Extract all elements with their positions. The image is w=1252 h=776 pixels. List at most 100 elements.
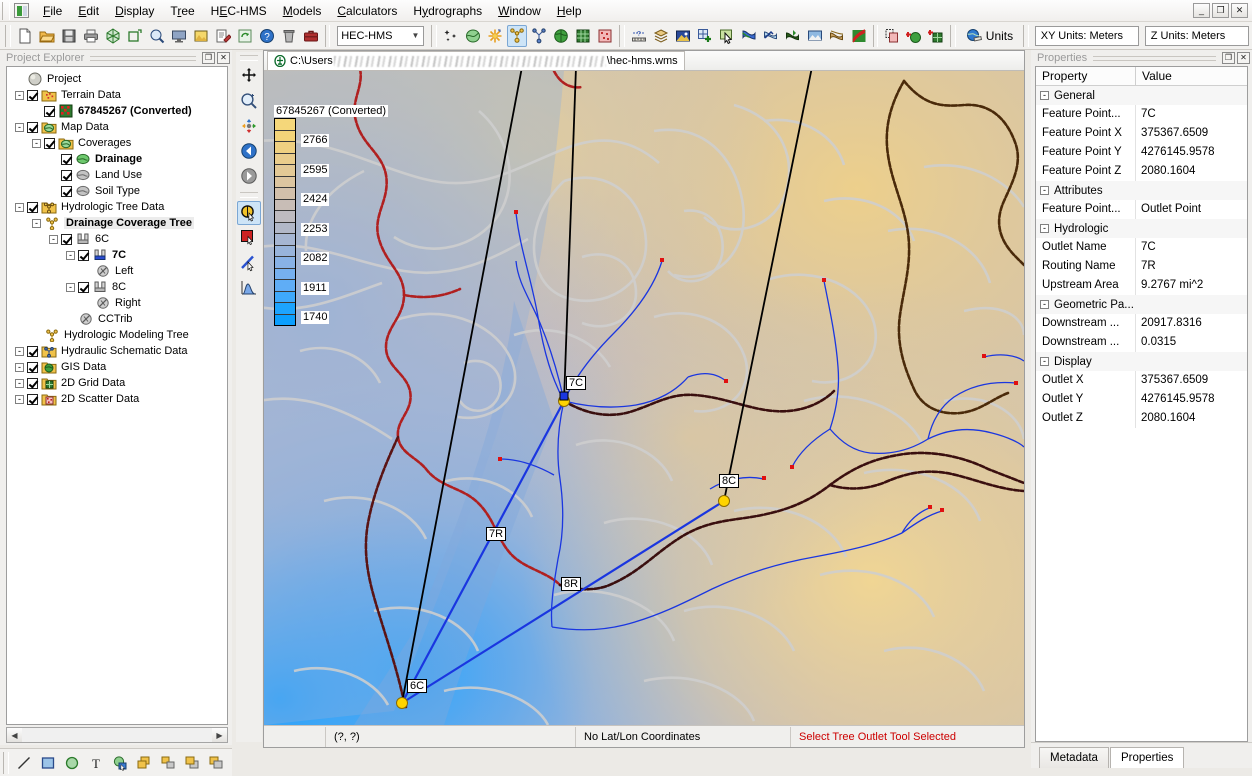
grid-module-icon[interactable] bbox=[573, 25, 593, 47]
tree-node-gis-data[interactable]: - GIS Data bbox=[11, 359, 227, 375]
tree-node-left[interactable]: Left bbox=[11, 263, 227, 279]
screen-icon[interactable] bbox=[169, 25, 189, 47]
tree-node-checkbox[interactable] bbox=[44, 137, 55, 149]
tree-node-checkbox[interactable] bbox=[27, 393, 38, 405]
tree-node-7c[interactable]: - 7C bbox=[11, 247, 227, 263]
tree-expander-icon[interactable]: - bbox=[15, 122, 24, 132]
scroll-right-arrow-icon[interactable]: ▶ bbox=[212, 728, 227, 742]
properties-row[interactable]: Outlet Name 7C bbox=[1036, 238, 1247, 257]
map-label-8c[interactable]: 8C bbox=[719, 474, 740, 488]
tree-node-checkbox[interactable] bbox=[27, 89, 38, 101]
map-module-icon[interactable] bbox=[463, 25, 483, 47]
tree-expander-icon[interactable]: - bbox=[15, 90, 24, 100]
edit-doc-icon[interactable] bbox=[213, 25, 233, 47]
map-label-7c[interactable]: 7C bbox=[566, 376, 587, 390]
tree-node-checkbox[interactable] bbox=[27, 361, 38, 373]
save-icon[interactable] bbox=[59, 25, 79, 47]
draw-text-icon[interactable]: T bbox=[85, 752, 107, 774]
properties-group-expander-icon[interactable]: - bbox=[1040, 357, 1049, 366]
send-back-icon[interactable] bbox=[205, 752, 227, 774]
properties-row[interactable]: Outlet X 375367.6509 bbox=[1036, 371, 1247, 390]
toolbox-icon[interactable] bbox=[301, 25, 321, 47]
tree-node-checkbox[interactable] bbox=[61, 185, 72, 197]
tree-node-hydrologic-tree-data[interactable]: - Hydrologic Tree Data bbox=[11, 199, 227, 215]
draw-rect-icon[interactable] bbox=[37, 752, 59, 774]
tree-node-hydrologic-modeling-tree[interactable]: Hydrologic Modeling Tree bbox=[11, 327, 227, 343]
tree-node-2d-scatter-data[interactable]: - 2D Scatter Data bbox=[11, 391, 227, 407]
measure-icon[interactable]: ? bbox=[629, 25, 649, 47]
add-grid-icon[interactable] bbox=[695, 25, 715, 47]
tree-node-checkbox[interactable] bbox=[27, 377, 38, 389]
scatter-module-icon[interactable] bbox=[441, 25, 461, 47]
layers-icon[interactable] bbox=[651, 25, 671, 47]
hydrograph-icon[interactable] bbox=[237, 276, 261, 300]
toolbar-grip-2[interactable] bbox=[324, 24, 331, 47]
map-label-8r[interactable]: 8R bbox=[561, 577, 582, 591]
terrain-module-icon[interactable] bbox=[485, 25, 505, 47]
tree-node-checkbox[interactable] bbox=[27, 345, 38, 357]
project-tree-box[interactable]: Project - Terrain Data 67845267 (Converted)… bbox=[6, 66, 228, 725]
map-canvas[interactable]: 67845267 (Converted) 2766 2595 2424 2253 208… bbox=[264, 71, 1024, 725]
properties-row[interactable]: Downstream ... 20917.8316 bbox=[1036, 314, 1247, 333]
bring-front-icon[interactable] bbox=[181, 752, 203, 774]
properties-group-expander-icon[interactable]: - bbox=[1040, 186, 1049, 195]
menu-hydrographs[interactable]: Hydrographs bbox=[405, 2, 490, 20]
select-arrow-icon[interactable] bbox=[717, 25, 737, 47]
properties-row[interactable]: Feature Point Y 4276145.9578 bbox=[1036, 143, 1247, 162]
xy-units-field[interactable]: XY Units: Meters bbox=[1034, 25, 1139, 46]
tree-node-checkbox[interactable] bbox=[61, 153, 72, 165]
menu-tree[interactable]: Tree bbox=[162, 2, 202, 20]
image-layer-icon[interactable] bbox=[673, 25, 693, 47]
copy-feature-icon[interactable] bbox=[882, 25, 902, 47]
properties-value-cell[interactable]: 375367.6509 bbox=[1136, 371, 1247, 390]
toolbar-grip-4[interactable] bbox=[619, 24, 625, 47]
tree-node-land-use[interactable]: Land Use bbox=[11, 167, 227, 183]
panel-drag-rule[interactable] bbox=[90, 55, 196, 61]
contour-icon[interactable] bbox=[849, 25, 869, 47]
tree-node-cctrib[interactable]: CCTrib bbox=[11, 311, 227, 327]
trash-icon[interactable] bbox=[279, 25, 299, 47]
explorer-restore-button[interactable]: ❐ bbox=[202, 52, 215, 64]
properties-group-expander-icon[interactable]: - bbox=[1040, 300, 1049, 309]
toolbar-grip-1[interactable] bbox=[5, 24, 11, 47]
tree-node-drainage[interactable]: Drainage bbox=[11, 151, 227, 167]
tree-expander-icon[interactable]: - bbox=[32, 138, 41, 148]
hydraulic-schematic-module-icon[interactable] bbox=[529, 25, 549, 47]
open-folder-icon[interactable] bbox=[37, 25, 57, 47]
menu-calculators[interactable]: Calculators bbox=[329, 2, 405, 20]
drainage-icon[interactable] bbox=[827, 25, 847, 47]
properties-group-row[interactable]: - Hydrologic bbox=[1036, 219, 1247, 238]
menu-file[interactable]: File bbox=[35, 2, 70, 20]
properties-value-cell[interactable]: 9.2767 mi^2 bbox=[1136, 276, 1247, 295]
properties-value-cell[interactable]: 375367.6509 bbox=[1136, 124, 1247, 143]
minimize-button[interactable]: _ bbox=[1193, 3, 1210, 18]
tree-node-8c[interactable]: - 8C bbox=[11, 279, 227, 295]
refresh-icon[interactable] bbox=[235, 25, 255, 47]
properties-value-cell[interactable]: 7R bbox=[1136, 257, 1247, 276]
tree-expander-icon[interactable]: - bbox=[49, 234, 58, 244]
drawbar-grip[interactable] bbox=[3, 751, 9, 774]
stream-icon[interactable] bbox=[783, 25, 803, 47]
tab-metadata[interactable]: Metadata bbox=[1039, 747, 1109, 768]
properties-grid[interactable]: Property Value - General Feature Point... 7… bbox=[1035, 66, 1248, 742]
tree-expander-icon[interactable]: - bbox=[32, 218, 41, 228]
toolbar-grip-5[interactable] bbox=[872, 24, 879, 47]
watershed-icon[interactable] bbox=[805, 25, 825, 47]
properties-row[interactable]: Feature Point X 375367.6509 bbox=[1036, 124, 1247, 143]
scroll-left-arrow-icon[interactable]: ◀ bbox=[7, 728, 22, 742]
properties-row[interactable]: Feature Point... Outlet Point bbox=[1036, 200, 1247, 219]
toolbar-grip-7[interactable] bbox=[1023, 24, 1029, 47]
properties-value-cell[interactable]: 0.0315 bbox=[1136, 333, 1247, 352]
toolbar-grip-6[interactable] bbox=[950, 24, 956, 47]
map-label-7r[interactable]: 7R bbox=[486, 527, 507, 541]
tree-expander-icon[interactable]: - bbox=[15, 346, 24, 356]
tree-expander-icon[interactable]: - bbox=[15, 378, 24, 388]
module-combo[interactable]: HEC-HMS ▼ bbox=[337, 25, 425, 46]
properties-row[interactable]: Routing Name 7R bbox=[1036, 257, 1247, 276]
map-tools-grip-2[interactable] bbox=[240, 192, 258, 198]
tree-node-checkbox[interactable] bbox=[78, 281, 89, 293]
properties-value-cell[interactable]: 7C bbox=[1136, 105, 1247, 124]
properties-group-row[interactable]: - Attributes bbox=[1036, 181, 1247, 200]
tree-expander-icon[interactable]: - bbox=[15, 202, 24, 212]
next-view-icon[interactable] bbox=[237, 164, 261, 188]
